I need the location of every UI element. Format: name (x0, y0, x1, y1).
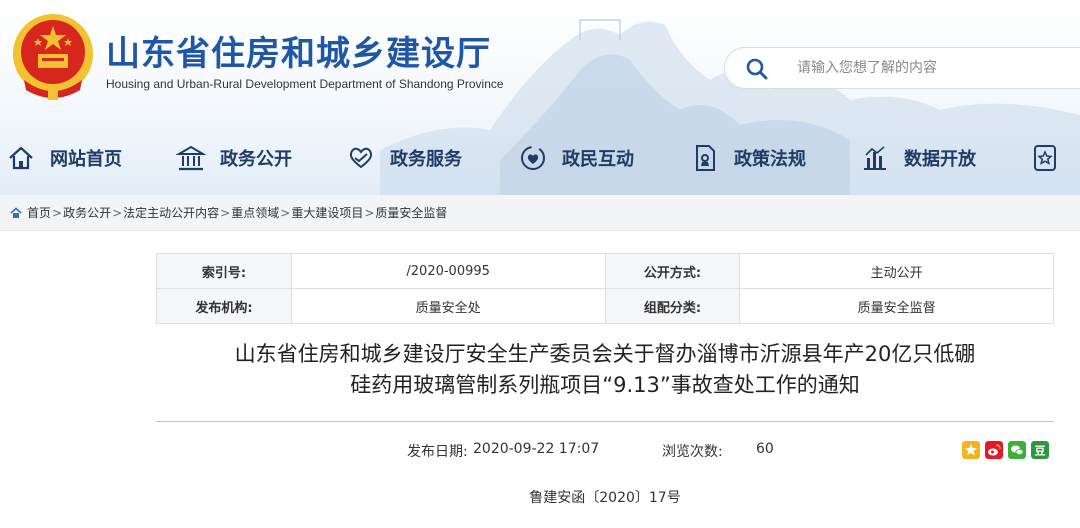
nav-item-government-services[interactable]: 政务服务 (346, 136, 462, 180)
view-count-label: 浏览次数: (662, 444, 723, 460)
document-info-table: 索引号: /2020-00995 公开方式: 主动公开 发布机构: 质量安全处 … (156, 253, 1054, 324)
search-input[interactable] (797, 58, 1057, 78)
breadcrumb-key-areas[interactable]: 重点领域 (231, 204, 279, 221)
article-title: 山东省住房和城乡建设厅安全生产委员会关于督办淄博市沂源县年产20亿只低硼 硅药用… (156, 339, 1054, 401)
disclosure-mode-value: 主动公开 (739, 253, 1054, 289)
favorite-document-icon (1034, 145, 1056, 171)
douban-share-icon[interactable]: 豆 (1031, 441, 1049, 459)
disclosure-mode-label: 公开方式: (604, 253, 741, 289)
nav-label-policies-regulations: 政策法规 (734, 149, 806, 170)
index-number-value: /2020-00995 (290, 253, 606, 289)
weibo-share-icon[interactable] (985, 441, 1003, 459)
category-label: 组配分类: (604, 288, 741, 324)
nav-label-open-data: 数据开放 (904, 149, 976, 170)
interaction-heart-icon (521, 146, 545, 170)
home-icon (9, 146, 33, 170)
table-row: 发布机构: 质量安全处 组配分类: 质量安全监督 (156, 288, 1054, 324)
search-box[interactable] (724, 47, 1080, 89)
svg-text:豆: 豆 (1035, 445, 1046, 458)
category-value: 质量安全监督 (739, 288, 1054, 324)
site-title: 山东省住房和城乡建设厅 (106, 34, 491, 74)
table-row: 索引号: /2020-00995 公开方式: 主动公开 (156, 253, 1054, 289)
nav-label-government-services: 政务服务 (390, 149, 462, 170)
publish-date-label: 发布日期: (407, 444, 468, 460)
issuer-value: 质量安全处 (290, 288, 606, 324)
nav-item-public-interaction[interactable]: 政民互动 (518, 136, 634, 180)
breadcrumb: 首页 > 政务公开 > 法定主动公开内容 > 重点领域 > 重大建设项目 > 质量安全监督 (0, 195, 1080, 231)
view-count-value: 60 (756, 441, 774, 457)
national-emblem-logo (13, 14, 93, 100)
nav-item-more[interactable] (1030, 136, 1074, 180)
publish-date-value: 2020-09-22 17:07 (473, 441, 600, 457)
main-nav: 网站首页 政务公开 政务服务 政民互动 政策法规 数据开放 (0, 136, 1080, 180)
site-header: 山东省住房和城乡建设厅 Housing and Urban-Rural Deve… (0, 0, 1080, 195)
nav-label-public-interaction: 政民互动 (562, 149, 634, 170)
article-title-line-1: 山东省住房和城乡建设厅安全生产委员会关于督办淄博市沂源县年产20亿只低硼 (234, 342, 976, 366)
title-divider (156, 421, 1054, 422)
breadcrumb-major-projects[interactable]: 重大建设项目 (291, 204, 363, 221)
document-number: 鲁建安函〔2020〕17号 (529, 490, 681, 506)
breadcrumb-home[interactable]: 首页 (27, 204, 51, 221)
breadcrumb-home-icon (10, 206, 22, 218)
breadcrumb-government-affairs[interactable]: 政务公开 (63, 204, 111, 221)
wechat-share-icon[interactable] (1008, 441, 1026, 459)
nav-item-government-affairs[interactable]: 政务公开 (176, 136, 292, 180)
index-number-label: 索引号: (156, 253, 292, 289)
issuer-label: 发布机构: (156, 288, 292, 324)
qzone-share-icon[interactable] (962, 441, 980, 459)
handshake-heart-icon (349, 147, 373, 169)
government-building-icon (176, 145, 206, 171)
nav-label-home: 网站首页 (50, 149, 122, 170)
nav-item-home[interactable]: 网站首页 (6, 136, 122, 180)
nav-item-policies-regulations[interactable]: 政策法规 (690, 136, 806, 180)
article-title-line-2: 硅药用玻璃管制系列瓶项目“9.13”事故查处工作的通知 (350, 373, 860, 397)
nav-label-government-affairs: 政务公开 (220, 149, 292, 170)
breadcrumb-quality-safety[interactable]: 质量安全监督 (375, 204, 447, 221)
bar-chart-icon (864, 146, 886, 170)
nav-item-open-data[interactable]: 数据开放 (860, 136, 976, 180)
document-stamp-icon (696, 145, 715, 171)
site-subtitle: Housing and Urban-Rural Development Depa… (106, 77, 504, 91)
breadcrumb-statutory-disclosure[interactable]: 法定主动公开内容 (123, 204, 219, 221)
search-icon[interactable] (745, 57, 769, 81)
